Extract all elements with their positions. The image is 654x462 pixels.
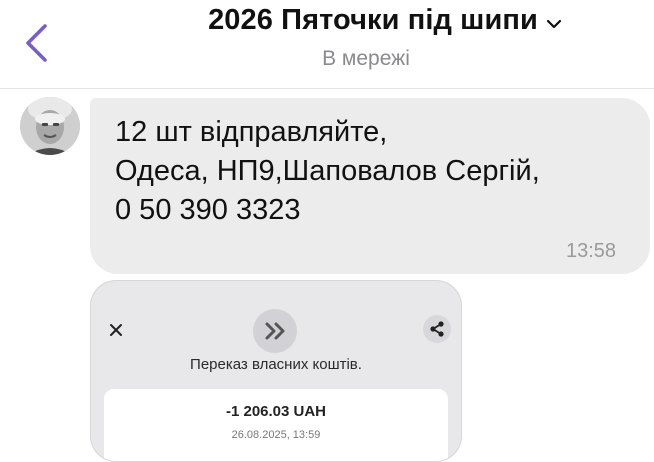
receipt-details-panel: -1 206.03 UAH 26.08.2025, 13:59 [104,389,448,461]
chevron-left-icon [23,23,49,68]
message-line: 12 шт відправляйте, [115,116,388,148]
receipt-caption: Переказ власних коштів. [190,356,362,373]
chat-title-area: 2026 Пяточки під шипи [150,4,620,37]
avatar[interactable] [20,97,80,155]
chat-header: 2026 Пяточки під шипи В мережі [0,0,654,89]
chevron-down-icon [546,19,562,29]
receipt-amount: -1 206.03 UAH [225,403,327,420]
back-button[interactable] [14,22,58,68]
message-text: 12 шт відправляйте, Одеса, НП9,Шаповалов… [115,113,635,230]
chat-status: В мережі [322,47,410,70]
share-icon [423,315,451,343]
message-line: Одеса, НП9,Шаповалов Сергій, [115,155,540,187]
chat-title: 2026 Пяточки під шипи [208,4,538,36]
receipt-date: 26.08.2025, 13:59 [231,429,321,441]
message-line: 0 50 390 3323 [115,194,301,226]
receipt-image-message[interactable]: Переказ власних коштів. -1 206.03 UAH 26… [90,280,462,462]
message-timestamp: 13:58 [566,240,617,262]
chat-title-button[interactable]: 2026 Пяточки під шипи [208,4,562,37]
double-chevron-right-icon [253,309,297,353]
close-icon [105,319,127,341]
